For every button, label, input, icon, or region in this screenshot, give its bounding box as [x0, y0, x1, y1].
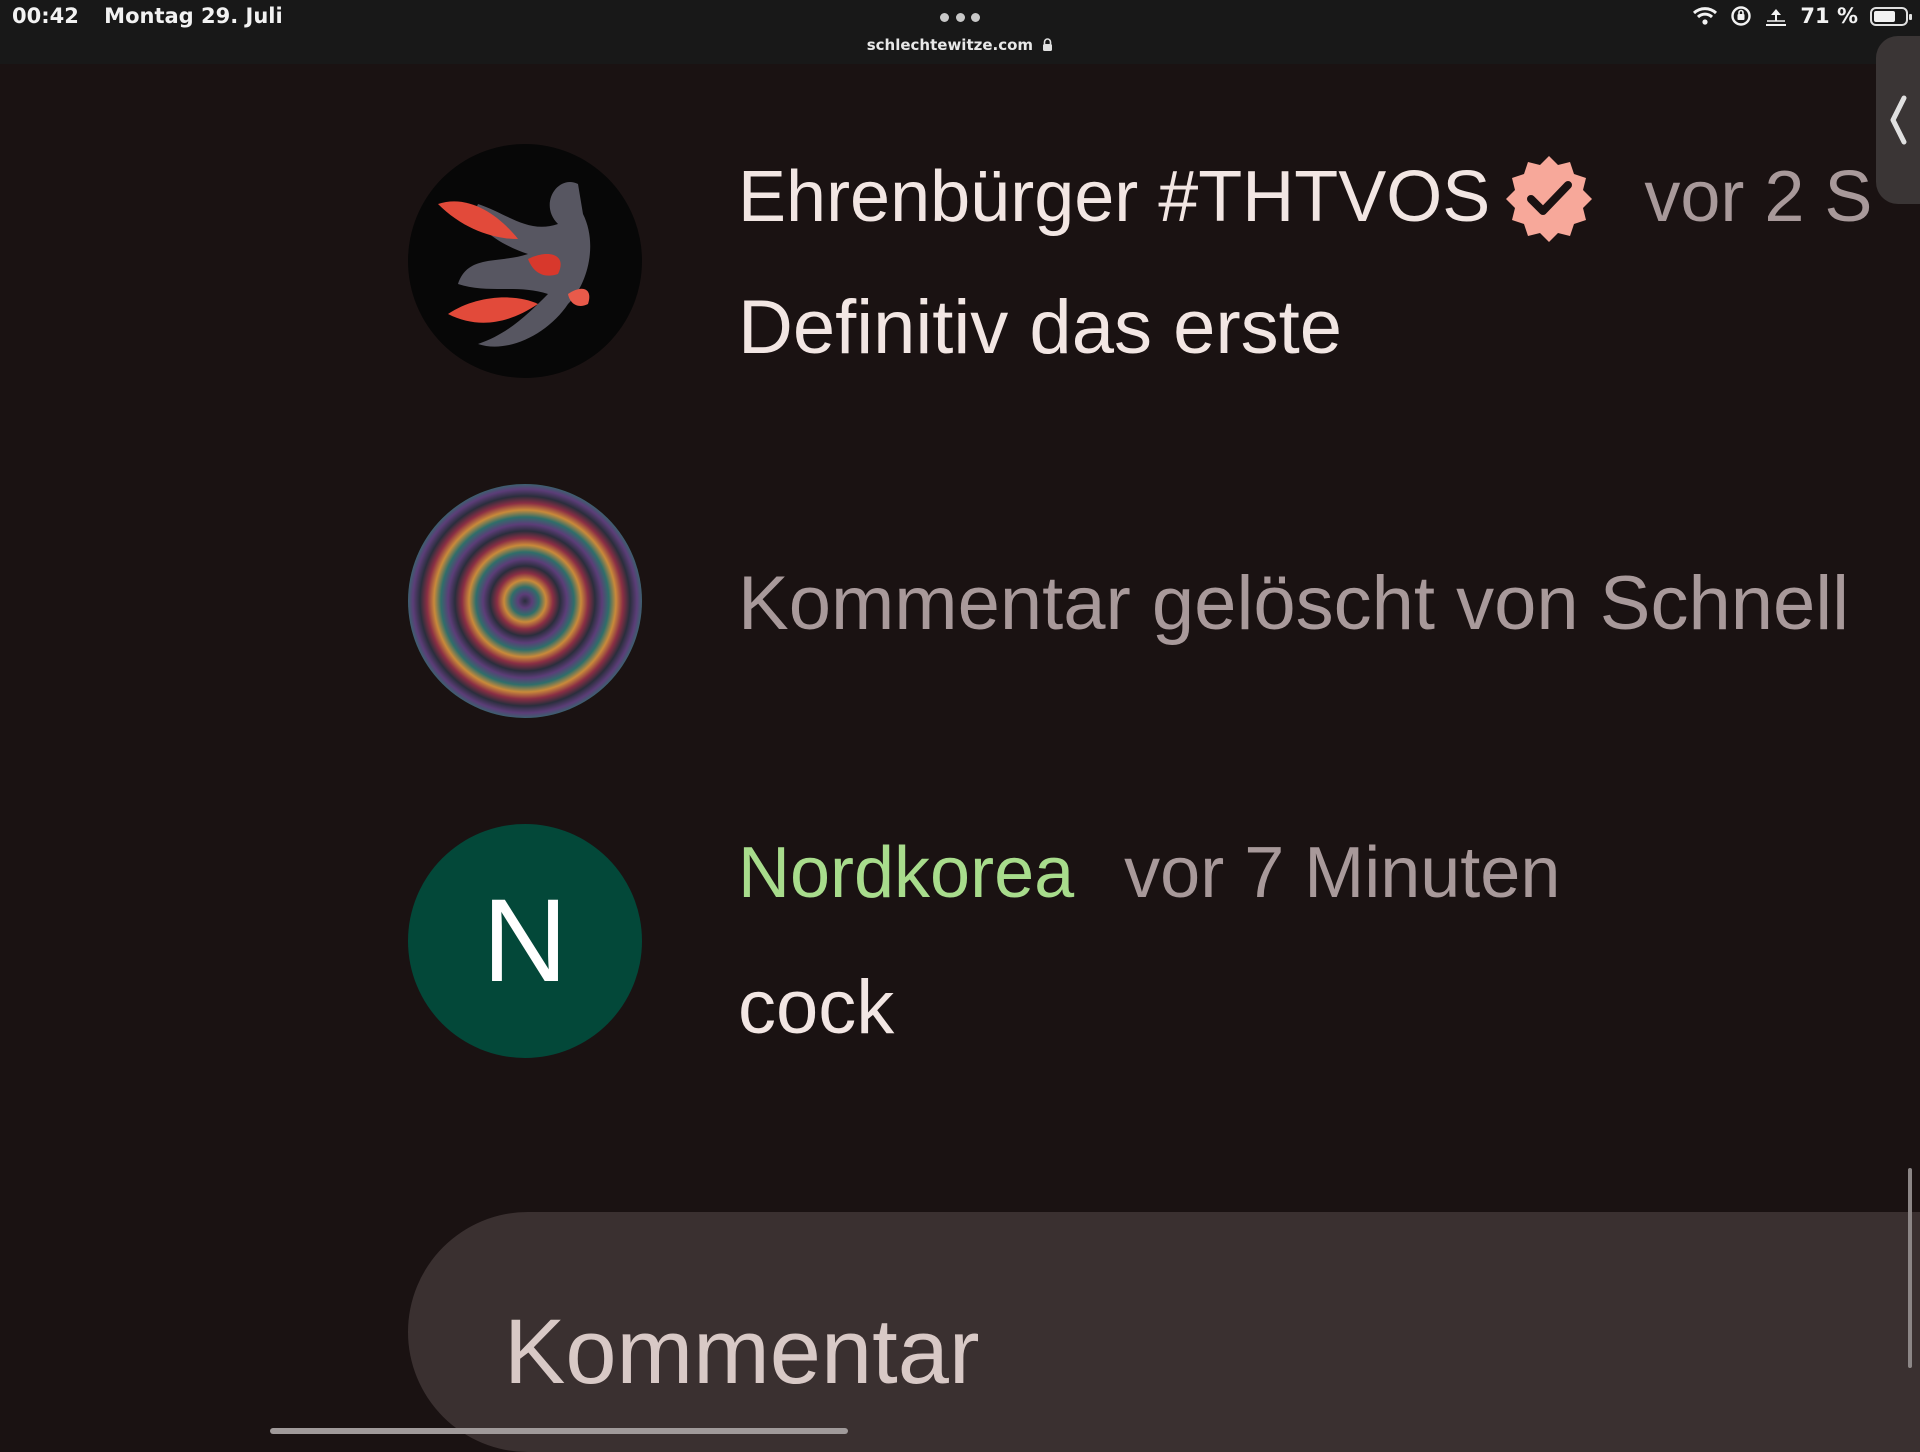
comment-header: Ehrenbürger #THTVOS vor 2 S	[738, 152, 1872, 242]
battery-icon	[1870, 6, 1912, 26]
comment-text: Definitiv das erste	[738, 285, 1343, 370]
status-time: 00:42	[12, 4, 79, 28]
wifi-icon	[1693, 7, 1718, 25]
creature-avatar[interactable]	[408, 144, 642, 378]
battery-percent: 71 %	[1800, 4, 1858, 28]
home-indicator[interactable]	[270, 1428, 848, 1434]
comment-header: Nordkorea vor 7 Minuten	[738, 832, 1560, 914]
comment-input[interactable]: Kommentar	[408, 1212, 1920, 1452]
battery-level	[1874, 10, 1896, 22]
url-text: schlechtewitze.com	[866, 36, 1034, 54]
comment-time: vor 2 S	[1644, 157, 1873, 237]
creature-image	[438, 182, 591, 347]
status-bar: 00:42 Montag 29. Juli schlechtewitze.com…	[0, 0, 1920, 64]
multitasking-dots-icon[interactable]	[940, 2, 980, 32]
scrollbar[interactable]	[1908, 1168, 1912, 1368]
comment-author[interactable]: Ehrenbürger #THTVOS	[738, 156, 1490, 238]
airplay-icon	[1766, 9, 1787, 26]
spiral-avatar[interactable]	[408, 484, 642, 718]
chevron-left-icon	[1890, 95, 1907, 145]
deleted-comment-text: Kommentar gelöscht von Schnell	[738, 561, 1850, 646]
url-label[interactable]: schlechtewitze.com	[0, 36, 1920, 54]
lock-icon	[1043, 38, 1053, 51]
comment-item-deleted: Kommentar gelöscht von Schnell	[408, 484, 1920, 720]
comment-time: vor 7 Minuten	[1124, 833, 1561, 913]
rotation-lock-icon	[1731, 6, 1752, 26]
comment-text: cock	[738, 965, 895, 1050]
status-date: Montag 29. Juli	[104, 4, 283, 28]
status-icons: 71 %	[1692, 4, 1912, 28]
status-time-date: 00:42 Montag 29. Juli	[12, 4, 301, 28]
comment-author[interactable]: Nordkorea	[738, 832, 1074, 914]
comment-input-placeholder: Kommentar	[504, 1301, 980, 1403]
comment-item: N Nordkorea vor 7 Minuten cock	[408, 824, 1920, 1060]
letter-avatar[interactable]: N	[408, 824, 642, 1058]
comment-item: Ehrenbürger #THTVOS vor 2 S Definitiv da…	[408, 144, 1920, 380]
avatar-letter: N	[482, 875, 568, 1007]
verified-badge-icon	[1506, 156, 1593, 242]
